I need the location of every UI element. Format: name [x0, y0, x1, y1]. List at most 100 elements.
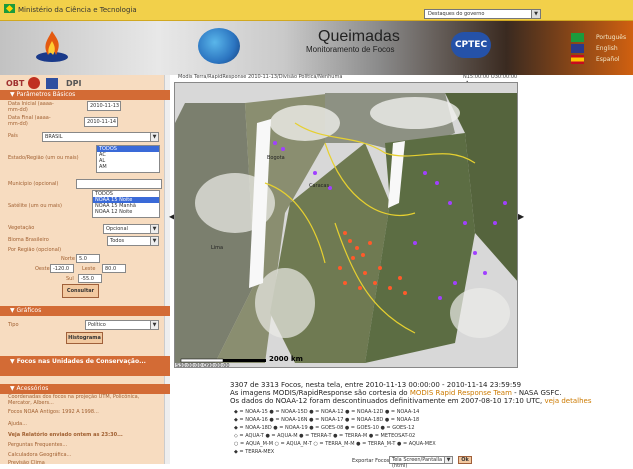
biome-select-value: Todos	[110, 238, 125, 244]
map-image	[175, 83, 517, 367]
details-link[interactable]: veja detalhes	[544, 397, 591, 405]
map-place-lima: Lima	[211, 245, 224, 251]
link-geo-calculator[interactable]: Calculadora Geográfica...	[8, 452, 71, 458]
section-access-label: Acessórios	[16, 385, 49, 392]
summary-line-2c: - NASA GSFC.	[514, 389, 562, 397]
link-utm-coordinates[interactable]: Coordenadas dos focos na projeção UTM, P…	[8, 394, 158, 406]
chevron-down-icon: ▼	[444, 457, 452, 463]
modis-team-link[interactable]: MODIS Rapid Response Team	[410, 389, 512, 397]
municipio-input[interactable]	[76, 179, 162, 189]
chevron-down-icon: ▼	[150, 225, 158, 233]
country-label: País	[8, 133, 18, 139]
consult-button[interactable]: Consultar	[62, 284, 99, 298]
start-date-input[interactable]: 2010-11-13	[87, 101, 121, 111]
legend-row: ◇ = AQUA-T ● = AQUA-M ● = TERRA-T ● = TE…	[234, 433, 416, 439]
vegetation-select-value: Opcional	[106, 226, 128, 232]
biome-select[interactable]: Todos ▼	[107, 236, 159, 246]
map-place-bogota: Bogota	[267, 155, 285, 161]
histogram-button[interactable]: Histograma	[66, 332, 103, 344]
dpi-logo: DPI	[66, 79, 82, 88]
region-label: Por Região (opcional)	[8, 247, 62, 253]
legend-row: ◆ = NOAA-18D ● = NOAA-19 ● = GOES-08 ● =…	[234, 425, 415, 431]
legend-row: ◆ = NOAA-16 ● = NOAA-16N ● = NOAA-17 ● =…	[234, 417, 420, 423]
state-listbox[interactable]: TODOS AC AL AM	[96, 145, 160, 173]
globe-logo-icon	[198, 28, 240, 64]
list-item[interactable]: NOAA 12 Noite	[93, 209, 159, 215]
satellite-label: Satélite (um ou mais)	[8, 203, 62, 209]
summary-text: 3307 de 3313 Focos, nesta tela, entre 20…	[230, 381, 591, 405]
end-date-label: Data Final (aaaa-mm-dd)	[8, 115, 51, 127]
gov-select-value: Destaques do governo	[428, 11, 485, 17]
west-label: Oeste	[35, 266, 50, 272]
country-select-value: BRASIL	[45, 134, 63, 140]
page-subtitle: Monitoramento de Focos	[306, 45, 395, 54]
section-basic-params[interactable]: ▼ Parâmetros Básicos	[0, 90, 170, 100]
vegetation-select[interactable]: Opcional ▼	[103, 224, 159, 234]
legend-row: ◆ = NOAA-15 ● = NOAA-15D ● = NOAA-12 ● =…	[234, 409, 420, 415]
state-label: Estado/Região (um ou mais)	[8, 155, 79, 161]
section-conservation-label: Focos nas Unidades de Conservação...	[16, 358, 146, 365]
left-scrollbar[interactable]	[164, 75, 170, 464]
south-label: Sul	[66, 276, 74, 282]
type-select[interactable]: Político ▼	[85, 320, 159, 330]
link-climate-forecast[interactable]: Previsão Clima	[8, 460, 45, 466]
export-label: Exportar Focos	[352, 458, 390, 464]
export-select-value: Tela Screen/Pantalla (html)	[392, 457, 443, 469]
partner-logo-icon	[46, 78, 58, 89]
spanish-flag-icon[interactable]	[571, 55, 584, 64]
inpe-logo-icon	[28, 77, 40, 89]
lang-portuguese[interactable]: Português	[596, 34, 626, 41]
pan-right-arrow-icon[interactable]: ▶	[518, 212, 524, 221]
north-label: Norte	[61, 256, 75, 262]
type-select-value: Político	[88, 322, 106, 328]
link-help[interactable]: Ajuda...	[8, 421, 27, 427]
gov-highlights-select[interactable]: Destaques do governo ▼	[424, 9, 541, 19]
section-graphics[interactable]: ▼ Gráficos	[0, 306, 170, 316]
chevron-down-icon: ▼	[150, 237, 158, 245]
legend-row: ○ = AQUA_M-M ○ = AQUA_M-T ○ = TERRA_M-M …	[234, 441, 436, 447]
page-title: Queimadas	[318, 28, 400, 45]
section-access[interactable]: ▼ Acessórios	[0, 384, 170, 394]
biome-label: Bioma Brasileiro	[8, 237, 49, 243]
lang-spanish[interactable]: Español	[596, 56, 620, 63]
chevron-down-icon: ▼	[150, 321, 158, 329]
fire-logo-icon	[36, 31, 68, 62]
map-place-caracas: Caracas	[309, 183, 330, 189]
link-faq[interactable]: Perguntas Frequentes...	[8, 442, 67, 448]
section-basic-params-label: Parâmetros Básicos	[16, 91, 76, 98]
brazil-flag-icon	[4, 4, 15, 13]
ministry-link[interactable]: Ministério da Ciência e Tecnologia	[18, 6, 137, 14]
section-graphics-label: Gráficos	[16, 307, 42, 314]
satellite-listbox[interactable]: TODOS NOAA 15 Noite NOAA 15 Manhã NOAA 1…	[92, 190, 160, 218]
cptec-logo: CPTEC	[451, 32, 491, 58]
export-select[interactable]: Tela Screen/Pantalla (html) ▼	[389, 456, 453, 469]
summary-line-2a: As imagens MODIS/RapidResponse são corte…	[230, 389, 408, 397]
vegetation-label: Vegetação	[8, 225, 35, 231]
map-scale-label: 2000 km	[269, 355, 303, 363]
chevron-down-icon: ▼	[531, 10, 540, 18]
export-ok-button[interactable]: Ok	[458, 456, 472, 464]
end-date-input[interactable]: 2010-11-14	[84, 117, 118, 127]
satellite-legend: ◆ = NOAA-15 ● = NOAA-15D ● = NOAA-12 ● =…	[234, 408, 436, 456]
north-input[interactable]: 5.0	[76, 254, 100, 263]
english-flag-icon[interactable]	[571, 44, 584, 53]
summary-line-3a: Os dados do NOAA-12 foram descontinuados…	[230, 397, 543, 405]
municipio-label: Município (opcional)	[8, 181, 59, 187]
country-select[interactable]: BRASIL ▼	[42, 132, 159, 142]
link-report[interactable]: Veja Relatório enviado ontem as 23:30...	[8, 432, 123, 438]
list-item[interactable]: AM	[97, 164, 159, 170]
east-input[interactable]: 80.0	[102, 264, 126, 273]
east-label: Leste	[82, 266, 96, 272]
south-input[interactable]: -55.0	[78, 274, 102, 283]
west-input[interactable]: -120.0	[50, 264, 74, 273]
legend-row: ◆ = TERRA-MEX	[234, 449, 275, 455]
portuguese-flag-icon[interactable]	[571, 33, 584, 42]
section-conservation[interactable]: ▼ Focos nas Unidades de Conservação...	[0, 356, 170, 376]
link-old-noaa[interactable]: Focos NOAA Antigos: 1992 A 1998...	[8, 409, 99, 415]
map-title: Modis Terra/RapidResponse 2010-11-13/Div…	[178, 74, 343, 80]
type-label: Tipo	[8, 322, 19, 328]
obt-logo: OBT	[6, 79, 25, 88]
lang-english[interactable]: English	[596, 45, 618, 52]
map-coord-bottom: S30:00:00 O90:00:00	[176, 363, 230, 369]
satellite-map[interactable]: Caracas Bogota Lima 2000 km	[174, 82, 518, 368]
